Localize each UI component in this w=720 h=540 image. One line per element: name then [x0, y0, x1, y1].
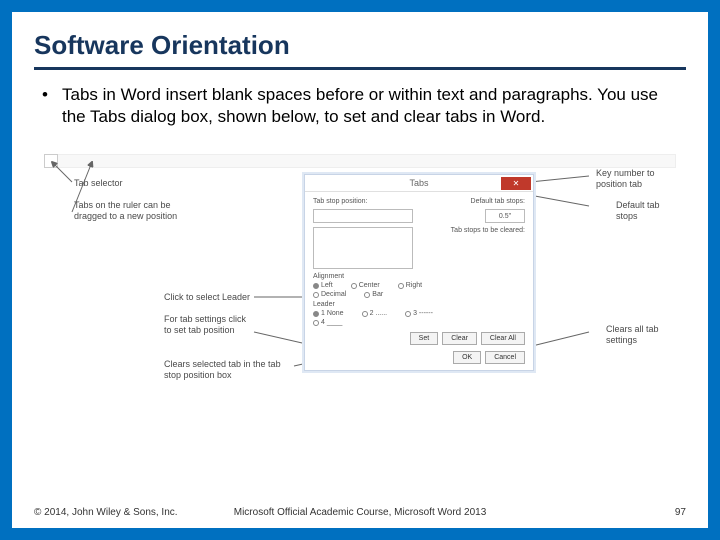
default-tab-input[interactable]: 0.5" [485, 209, 525, 223]
tabs-dialog: Tabs ✕ Tab stop position: Default tab st… [304, 174, 534, 371]
radio-left[interactable]: Left [313, 282, 333, 289]
bullet-list: • Tabs in Word insert blank spaces befor… [34, 84, 686, 128]
bullet-item: • Tabs in Word insert blank spaces befor… [42, 84, 686, 128]
slide: Software Orientation • Tabs in Word inse… [12, 12, 708, 528]
set-button[interactable]: Set [410, 332, 439, 345]
slide-frame: Software Orientation • Tabs in Word inse… [0, 0, 720, 540]
footer-center: Microsoft Official Academic Course, Micr… [34, 507, 686, 518]
close-button[interactable]: ✕ [501, 177, 531, 190]
slide-footer: © 2014, John Wiley & Sons, Inc. Microsof… [34, 507, 686, 518]
page-title: Software Orientation [34, 30, 686, 70]
radio-leader-under[interactable]: 4 ____ [313, 319, 342, 326]
cleared-label: Tab stops to be cleared: [425, 227, 525, 269]
bullet-dot: • [42, 84, 62, 128]
radio-center[interactable]: Center [351, 282, 380, 289]
tab-stop-input[interactable] [313, 209, 413, 223]
dialog-body: Tab stop position: Default tab stops: 0.… [305, 192, 533, 370]
tabs-figure: Tab selector Tabs on the ruler can be dr… [34, 134, 686, 404]
alignment-label: Alignment [313, 273, 525, 280]
radio-decimal[interactable]: Decimal [313, 291, 346, 298]
clear-button[interactable]: Clear [442, 332, 477, 345]
radio-leader-dashes[interactable]: 3 ------ [405, 310, 433, 317]
radio-leader-none[interactable]: 1 None [313, 310, 344, 317]
dialog-titlebar: Tabs ✕ [305, 175, 533, 192]
tab-stop-listbox[interactable] [313, 227, 413, 269]
tab-stop-label: Tab stop position: [313, 198, 367, 205]
radio-bar[interactable]: Bar [364, 291, 383, 298]
clear-all-button[interactable]: Clear All [481, 332, 525, 345]
radio-right[interactable]: Right [398, 282, 422, 289]
leader-label: Leader [313, 301, 525, 308]
cancel-button[interactable]: Cancel [485, 351, 525, 364]
default-tab-label: Default tab stops: [471, 198, 525, 205]
dialog-title-text: Tabs [409, 178, 428, 188]
radio-leader-dots[interactable]: 2 ...... [362, 310, 388, 317]
bullet-text: Tabs in Word insert blank spaces before … [62, 84, 686, 128]
ok-button[interactable]: OK [453, 351, 481, 364]
